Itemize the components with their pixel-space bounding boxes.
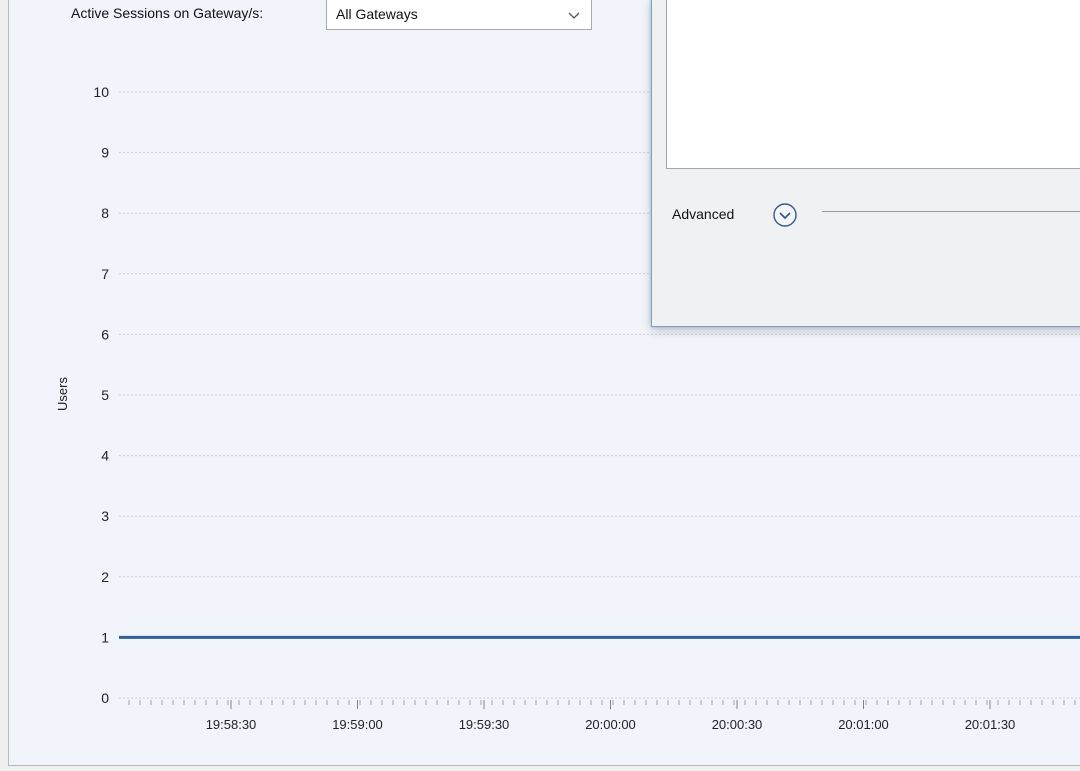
x-tick-label: 19:59:30 [459,717,510,732]
dialog-text-area[interactable] [666,0,1080,169]
chevron-down-icon [568,12,580,19]
y-tick-label: 9 [101,145,109,161]
y-tick-label: 0 [101,690,109,706]
y-tick-label: 6 [101,326,109,342]
gateway-select[interactable]: All Gateways [326,0,592,30]
y-tick-label: 8 [101,205,109,221]
y-tick-label: 10 [93,84,109,100]
y-tick-label: 3 [101,508,109,524]
x-tick-label: 20:01:00 [838,717,889,732]
y-tick-label: 7 [101,266,109,282]
x-tick-label: 20:00:30 [712,717,763,732]
y-axis-label: Users [55,377,70,411]
x-tick-label: 19:58:30 [206,717,257,732]
chart-panel: 0 1 2 3 4 5 6 7 8 9 10 19:58:30 19:59:00 19:59:30 20:0… [8,0,1080,766]
expand-chevron-icon[interactable] [772,202,798,228]
x-tick-label: 19:59:00 [332,717,383,732]
x-tick-label: 20:01:30 [965,717,1016,732]
gateway-filter-label: Active Sessions on Gateway/s: [71,5,264,21]
y-tick-label: 2 [101,569,109,585]
y-tick-label: 5 [101,387,109,403]
y-tick-label: 4 [101,448,109,464]
y-tick-label: 1 [101,629,109,645]
advanced-divider [822,211,1080,212]
advanced-label: Advanced [672,206,735,222]
gateway-select-value: All Gateways [336,6,418,22]
x-tick-label: 20:00:00 [585,717,636,732]
advanced-dialog: Advanced [651,0,1080,327]
